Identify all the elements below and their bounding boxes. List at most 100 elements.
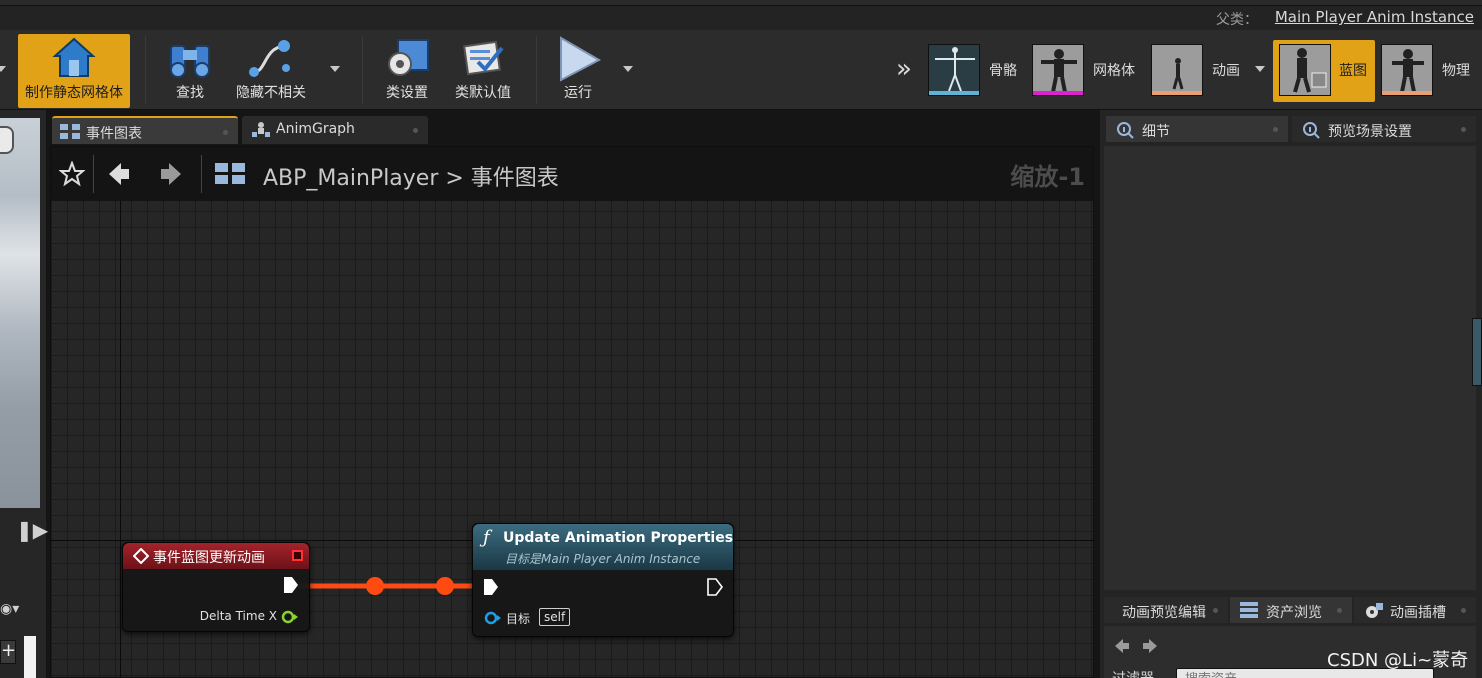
event-graph-canvas[interactable]: ABP_MainPlayer > 事件图表 缩放-1 事件蓝图更新动画 Delt… [50, 146, 1094, 678]
make-static-mesh-button[interactable]: 制作静态网格体 [18, 34, 130, 108]
exec-out-pin-icon[interactable] [283, 576, 299, 594]
class-defaults-button[interactable]: 类默认值 [448, 34, 518, 108]
tab-asset-browser[interactable]: 资产浏览 [1230, 597, 1352, 623]
tab-anim-graph[interactable]: AnimGraph [242, 116, 428, 144]
watermark: CSDN @Li~蒙奇 [1327, 650, 1469, 671]
exec-in-pin-icon[interactable] [483, 578, 499, 596]
chevron-down-icon[interactable] [623, 66, 633, 72]
tab-anim-preview-editor[interactable]: 动画预览编辑 [1104, 597, 1228, 623]
close-icon[interactable] [1461, 127, 1466, 132]
close-icon[interactable] [1461, 608, 1466, 613]
graph-icon [60, 124, 80, 139]
add-icon[interactable]: + [0, 640, 16, 664]
find-button[interactable]: 查找 [158, 34, 222, 108]
event-diamond-icon [133, 548, 149, 564]
tab-event-graph[interactable]: 事件图表 [52, 116, 238, 144]
forward-arrow-icon[interactable] [1142, 638, 1158, 654]
chevron-down-icon[interactable] [330, 66, 340, 72]
function-node-header: ƒ Update Animation Properties 目标是Main Pl… [473, 524, 733, 570]
mode-mesh-label[interactable]: 网格体 [1093, 60, 1135, 80]
class-defaults-label: 类默认值 [455, 85, 511, 101]
event-node-header: 事件蓝图更新动画 [123, 543, 309, 569]
mode-skeleton-thumb[interactable] [928, 44, 980, 96]
tab-details[interactable]: 细节 [1106, 116, 1288, 142]
function-node-subtitle: 目标是Main Player Anim Instance [505, 552, 701, 566]
character-silhouette-icon [1392, 49, 1424, 93]
close-icon[interactable] [1273, 127, 1278, 132]
node-link-icon [249, 40, 290, 77]
chevron-down-icon[interactable] [0, 66, 6, 72]
close-icon[interactable] [223, 130, 228, 135]
mode-physics-thumb[interactable] [1381, 44, 1433, 96]
function-node-title: Update Animation Properties [503, 530, 734, 546]
toolbar-divider [536, 36, 537, 104]
tab-anim-preview-label: 动画预览编辑 [1122, 605, 1206, 621]
mode-physics-label[interactable]: 物理 [1442, 60, 1470, 80]
toolbar-divider [145, 36, 146, 104]
close-icon[interactable] [1337, 608, 1342, 613]
event-node-title: 事件蓝图更新动画 [153, 550, 265, 566]
binoculars-icon [170, 45, 210, 78]
toolbar-divider [362, 36, 363, 104]
class-settings-button[interactable]: 类设置 [376, 34, 438, 108]
mode-mesh-thumb[interactable] [1032, 44, 1084, 96]
character-silhouette-icon [1172, 58, 1184, 90]
viewport-preview[interactable] [0, 118, 40, 508]
mode-animation-thumb[interactable] [1151, 44, 1203, 96]
tab-preview-scene-settings[interactable]: 预览场景设置 [1292, 116, 1476, 142]
tab-anim-graph-label: AnimGraph [276, 121, 355, 137]
exec-out-pin-icon[interactable] [707, 578, 723, 596]
function-icon: ƒ [483, 527, 490, 548]
tab-anim-slots-label: 动画插槽 [1390, 605, 1446, 621]
filter-label[interactable]: 过滤器 [1112, 668, 1154, 678]
mode-blueprint-label[interactable]: 蓝图 [1339, 60, 1367, 80]
mode-underline [1033, 91, 1083, 95]
character-silhouette-icon [1041, 49, 1077, 93]
parent-class-label: 父类： [1216, 12, 1258, 28]
object-pin-icon[interactable] [483, 610, 503, 626]
mode-underline [1382, 91, 1432, 95]
delegate-pin-icon[interactable] [292, 550, 303, 561]
character-silhouette-icon [1293, 48, 1327, 93]
skeleton-icon [935, 47, 975, 92]
parent-class-bar: 父类： Main Player Anim Instance [0, 6, 1482, 30]
house-icon [52, 37, 96, 77]
anim-graph-icon [252, 122, 270, 137]
asset-grid-icon [1240, 602, 1258, 618]
mode-underline [929, 91, 979, 95]
mode-blueprint-thumb[interactable] [1279, 44, 1331, 96]
mode-skeleton-label[interactable]: 骨骼 [989, 60, 1017, 80]
find-label: 查找 [176, 85, 204, 101]
hide-unrelated-button[interactable]: 隐藏不相关 [228, 34, 314, 108]
run-button[interactable]: 运行 [546, 34, 610, 108]
checklist-icon [463, 40, 504, 76]
info-icon [1303, 122, 1320, 139]
mode-animation-label[interactable]: 动画 [1212, 60, 1240, 80]
back-arrow-icon[interactable] [1114, 638, 1130, 654]
main-toolbar: 制作静态网格体 查找 隐藏不相关 类设置 类默认值 运行 » 骨骼 网格体 动画… [0, 30, 1482, 110]
gear-icon [388, 39, 429, 76]
chevron-down-icon[interactable] [1255, 66, 1265, 72]
slot-gear-icon [1366, 603, 1383, 618]
eye-icon[interactable]: ◉▾ [0, 601, 19, 617]
target-pin-value[interactable]: self [539, 608, 571, 626]
close-icon[interactable] [413, 128, 418, 133]
side-drawer-handle[interactable] [1472, 318, 1482, 386]
parent-class-link[interactable]: Main Player Anim Instance [1275, 8, 1474, 26]
run-label: 运行 [564, 85, 592, 101]
event-node[interactable]: 事件蓝图更新动画 Delta Time X [122, 542, 310, 632]
play-icon [560, 36, 602, 82]
tab-details-label: 细节 [1142, 124, 1170, 140]
tab-asset-browser-label: 资产浏览 [1266, 605, 1322, 621]
update-animation-properties-node[interactable]: ƒ Update Animation Properties 目标是Main Pl… [472, 523, 734, 637]
viewport-badge[interactable] [0, 126, 14, 154]
tab-anim-slots[interactable]: 动画插槽 [1354, 597, 1476, 623]
float-pin-icon[interactable] [281, 609, 299, 625]
play-toggle-icon[interactable]: ❚▶ [16, 518, 48, 542]
expand-modes-icon[interactable]: » [896, 54, 912, 84]
target-pin-label: 目标 [506, 612, 531, 626]
class-settings-label: 类设置 [386, 85, 428, 101]
viewport-scroll[interactable] [24, 636, 36, 678]
close-icon[interactable] [1213, 608, 1218, 613]
delta-time-pin-label: Delta Time X [199, 609, 277, 623]
